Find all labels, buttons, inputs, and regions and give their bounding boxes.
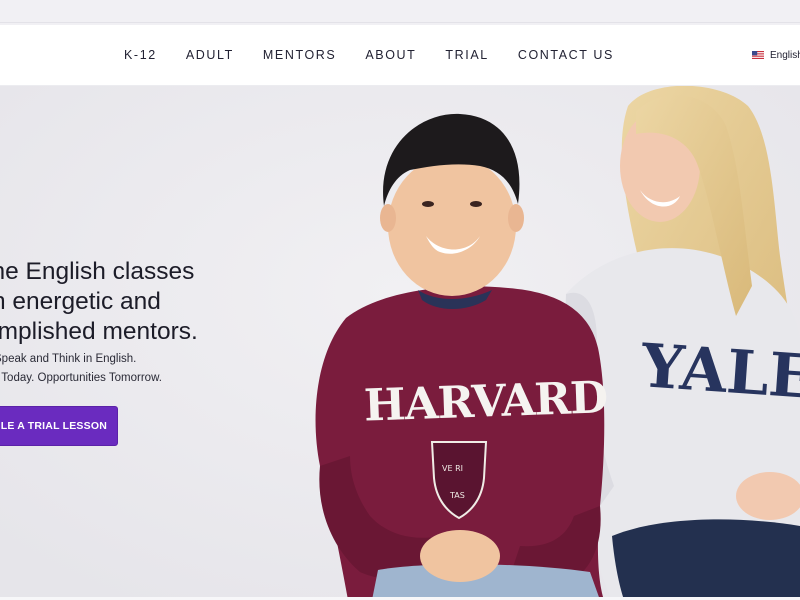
hero-tagline-1: Speak and Think in English. (0, 353, 137, 365)
nav-links: K-12 ADULT MENTORS ABOUT TRIAL CONTACT U… (124, 25, 643, 85)
main-navbar: K-12 ADULT MENTORS ABOUT TRIAL CONTACT U… (0, 25, 800, 86)
nav-item-trial[interactable]: TRIAL (445, 48, 488, 62)
language-selector[interactable]: English (752, 25, 800, 85)
nav-item-contact-us[interactable]: CONTACT US (518, 48, 614, 62)
nav-item-mentors[interactable]: MENTORS (263, 48, 336, 62)
language-label: English (770, 49, 800, 61)
page: K-12 ADULT MENTORS ABOUT TRIAL CONTACT U… (0, 0, 800, 600)
schedule-trial-lesson-button[interactable]: DULE A TRIAL LESSON (0, 406, 118, 446)
hero-section: YALE HARVARD VE RI TAS ine English class… (0, 86, 800, 600)
nav-item-k12[interactable]: K-12 (124, 48, 157, 62)
browser-top-strip (0, 0, 800, 23)
nav-item-adult[interactable]: ADULT (186, 48, 234, 62)
nav-item-about[interactable]: ABOUT (365, 48, 416, 62)
crest-top-text: VE RI (442, 464, 463, 473)
hero-title-line-1: ine English classes (0, 258, 195, 285)
hero-title-line-3: omplished mentors. (0, 318, 198, 345)
us-flag-icon (752, 51, 764, 59)
sweatshirt-yale-text: YALE (638, 331, 800, 413)
crest-bottom-text: TAS (449, 491, 465, 500)
hero-tagline-2: w Today. Opportunities Tomorrow. (0, 372, 162, 384)
hero-title: ine English classes n energetic and ompl… (0, 257, 198, 347)
hero-title-line-2: n energetic and (0, 288, 161, 315)
sweatshirt-harvard-text: HARVARD (363, 372, 608, 431)
